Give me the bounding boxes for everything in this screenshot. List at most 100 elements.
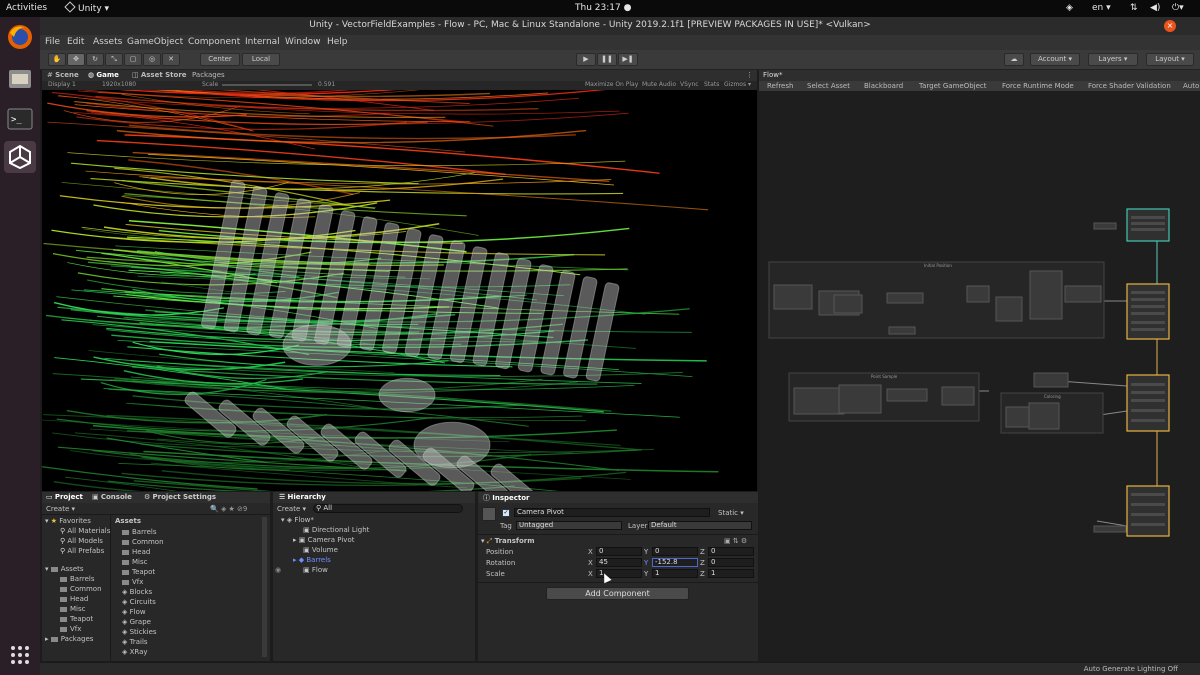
clock[interactable]: Thu 23:17 ● — [575, 3, 631, 13]
graph-node[interactable] — [793, 387, 845, 415]
graph-node[interactable] — [886, 292, 924, 304]
lighting-status[interactable]: Auto Generate Lighting Off — [1084, 665, 1178, 673]
layer-dropdown[interactable]: Default — [648, 521, 752, 530]
step-button[interactable]: ▶❚ — [618, 53, 638, 66]
menu-internal[interactable]: Internal — [245, 37, 280, 47]
tab-game[interactable]: ◍ Game — [88, 71, 119, 79]
asset-folder[interactable]: Misc — [122, 558, 147, 566]
menu-file[interactable]: File — [45, 37, 60, 47]
transform-tool-icon[interactable]: ◎ — [143, 53, 161, 66]
graph-node[interactable] — [888, 326, 916, 335]
pivot-local-toggle[interactable]: Local — [242, 53, 280, 66]
graph-node[interactable] — [941, 386, 975, 406]
graph-node[interactable] — [1033, 372, 1069, 388]
tree-folder[interactable]: Teapot — [60, 615, 93, 623]
layers-dropdown[interactable]: Layers ▾ — [1088, 53, 1138, 66]
menu-window[interactable]: Window — [285, 37, 321, 47]
power-icon[interactable]: ⏻▾ — [1172, 3, 1184, 13]
graph-refresh-button[interactable]: Refresh — [767, 82, 793, 90]
pivot-center-toggle[interactable]: Center — [200, 53, 240, 66]
graph-force-runtime-button[interactable]: Force Runtime Mode — [1002, 82, 1074, 90]
static-toggle[interactable]: Static ▾ — [718, 509, 744, 517]
scene-root[interactable]: ▾ ◈ Flow* — [281, 516, 314, 524]
gizmos-dropdown[interactable]: Gizmos ▾ — [724, 81, 751, 88]
position-x-field[interactable]: 0 — [596, 547, 642, 556]
packages-node[interactable]: ▸ Packages — [45, 635, 93, 643]
hand-tool-icon[interactable]: ✋ — [48, 53, 66, 66]
favorite-item[interactable]: ⚲ All Materials — [60, 527, 110, 535]
position-z-field[interactable]: 0 — [708, 547, 754, 556]
favorites-node[interactable]: ▾ ★ Favorites — [45, 517, 91, 525]
menu-component[interactable]: Component — [188, 37, 240, 47]
graph-target-gameobject-button[interactable]: Target GameObject — [919, 82, 987, 90]
graph-node[interactable] — [1029, 270, 1063, 320]
files-icon[interactable] — [4, 63, 36, 95]
tab-console[interactable]: ▣ Console — [92, 493, 132, 501]
unity-dock-icon[interactable] — [4, 141, 36, 173]
add-component-button[interactable]: Add Component — [546, 587, 689, 600]
graph-node[interactable] — [1064, 285, 1102, 303]
tree-folder[interactable]: Barrels — [60, 575, 94, 583]
graph-node[interactable] — [995, 296, 1023, 322]
rect-tool-icon[interactable]: ▢ — [124, 53, 142, 66]
scene-asset[interactable]: ◈ Stickies — [122, 628, 157, 636]
tree-folder[interactable]: Common — [60, 585, 102, 593]
graph-node[interactable] — [1093, 222, 1117, 230]
account-dropdown[interactable]: Account ▾ — [1030, 53, 1080, 66]
object-name-input[interactable]: Camera Pivot — [514, 508, 710, 517]
tab-flow-graph[interactable]: Flow* — [763, 71, 782, 79]
graph-select-asset-button[interactable]: Select Asset — [807, 82, 850, 90]
rotation-x-field[interactable]: 45 — [596, 558, 642, 567]
scale-tool-icon[interactable]: ⤡ — [105, 53, 123, 66]
maximize-on-play-toggle[interactable]: Maximize On Play — [585, 81, 638, 88]
tree-folder[interactable]: Head — [60, 595, 88, 603]
unity-status-icon[interactable]: ◈ — [1066, 3, 1073, 13]
tab-project[interactable]: ▭ Project — [46, 493, 83, 501]
visibility-eye-icon[interactable]: ◉ — [275, 566, 281, 574]
tab-inspector[interactable]: ⓘ Inspector — [483, 493, 530, 503]
assets-breadcrumb[interactable]: Assets — [115, 517, 141, 525]
favorite-item[interactable]: ⚲ All Models — [60, 537, 103, 545]
play-button[interactable]: ▶ — [576, 53, 596, 66]
graph-node[interactable] — [833, 294, 863, 314]
rotation-y-field[interactable]: -152.8 — [652, 558, 698, 567]
tab-scene[interactable]: # Scene — [47, 71, 79, 79]
scene-asset[interactable]: ◈ Grape — [122, 618, 151, 626]
asset-folder[interactable]: Barrels — [122, 528, 156, 536]
favorite-item[interactable]: ⚲ All Prefabs — [60, 547, 104, 555]
menu-gameobject[interactable]: GameObject — [127, 37, 183, 47]
project-toolbar-icons[interactable]: 🔍 ◈ ★ ⊘9 — [210, 505, 247, 513]
game-viewport[interactable] — [42, 90, 757, 491]
app-menu[interactable]: Unity ▾ — [64, 1, 109, 14]
tab-packages[interactable]: Packages — [192, 71, 225, 79]
hierarchy-item-prefab[interactable]: ▸ ◆ Barrels — [293, 556, 331, 564]
menu-edit[interactable]: Edit — [67, 37, 84, 47]
hierarchy-item-selected[interactable]: ▸ ▣ Camera Pivot — [293, 536, 354, 544]
scale-y-field[interactable]: 1 — [652, 569, 698, 578]
graph-node[interactable] — [773, 284, 813, 310]
scene-asset[interactable]: ◈ Flow — [122, 608, 146, 616]
asset-folder[interactable]: Head — [122, 548, 150, 556]
stats-toggle[interactable]: Stats — [704, 81, 719, 88]
vfx-graph-canvas[interactable]: Initial Position Point Sample Coloring — [759, 91, 1200, 661]
component-menu-icons[interactable]: ▣ ⇅ ⚙ — [724, 537, 747, 545]
tree-folder[interactable]: Misc — [60, 605, 85, 613]
asset-folder[interactable]: Common — [122, 538, 164, 546]
active-checkbox[interactable]: ✓ — [502, 509, 510, 517]
firefox-icon[interactable] — [4, 21, 36, 53]
asset-folder[interactable]: Vfx — [122, 578, 143, 586]
menu-assets[interactable]: Assets — [93, 37, 122, 47]
scene-asset[interactable]: ◈ XRay — [122, 648, 148, 656]
project-scrollbar[interactable] — [262, 517, 267, 657]
hierarchy-item[interactable]: ▣ Directional Light — [303, 526, 369, 534]
graph-node[interactable] — [966, 285, 990, 303]
tab-project-settings[interactable]: ⚙ Project Settings — [144, 493, 216, 501]
rotation-z-field[interactable]: 0 — [708, 558, 754, 567]
resolution-dropdown[interactable]: 1920x1080 — [102, 81, 136, 88]
scene-asset[interactable]: ◈ Blocks — [122, 588, 152, 596]
graph-force-shader-button[interactable]: Force Shader Validation — [1088, 82, 1171, 90]
network-icon[interactable]: ⇅ — [1130, 3, 1138, 13]
scale-slider[interactable] — [222, 84, 312, 86]
project-create-button[interactable]: Create ▾ — [46, 505, 75, 513]
vsync-toggle[interactable]: VSync — [680, 81, 699, 88]
